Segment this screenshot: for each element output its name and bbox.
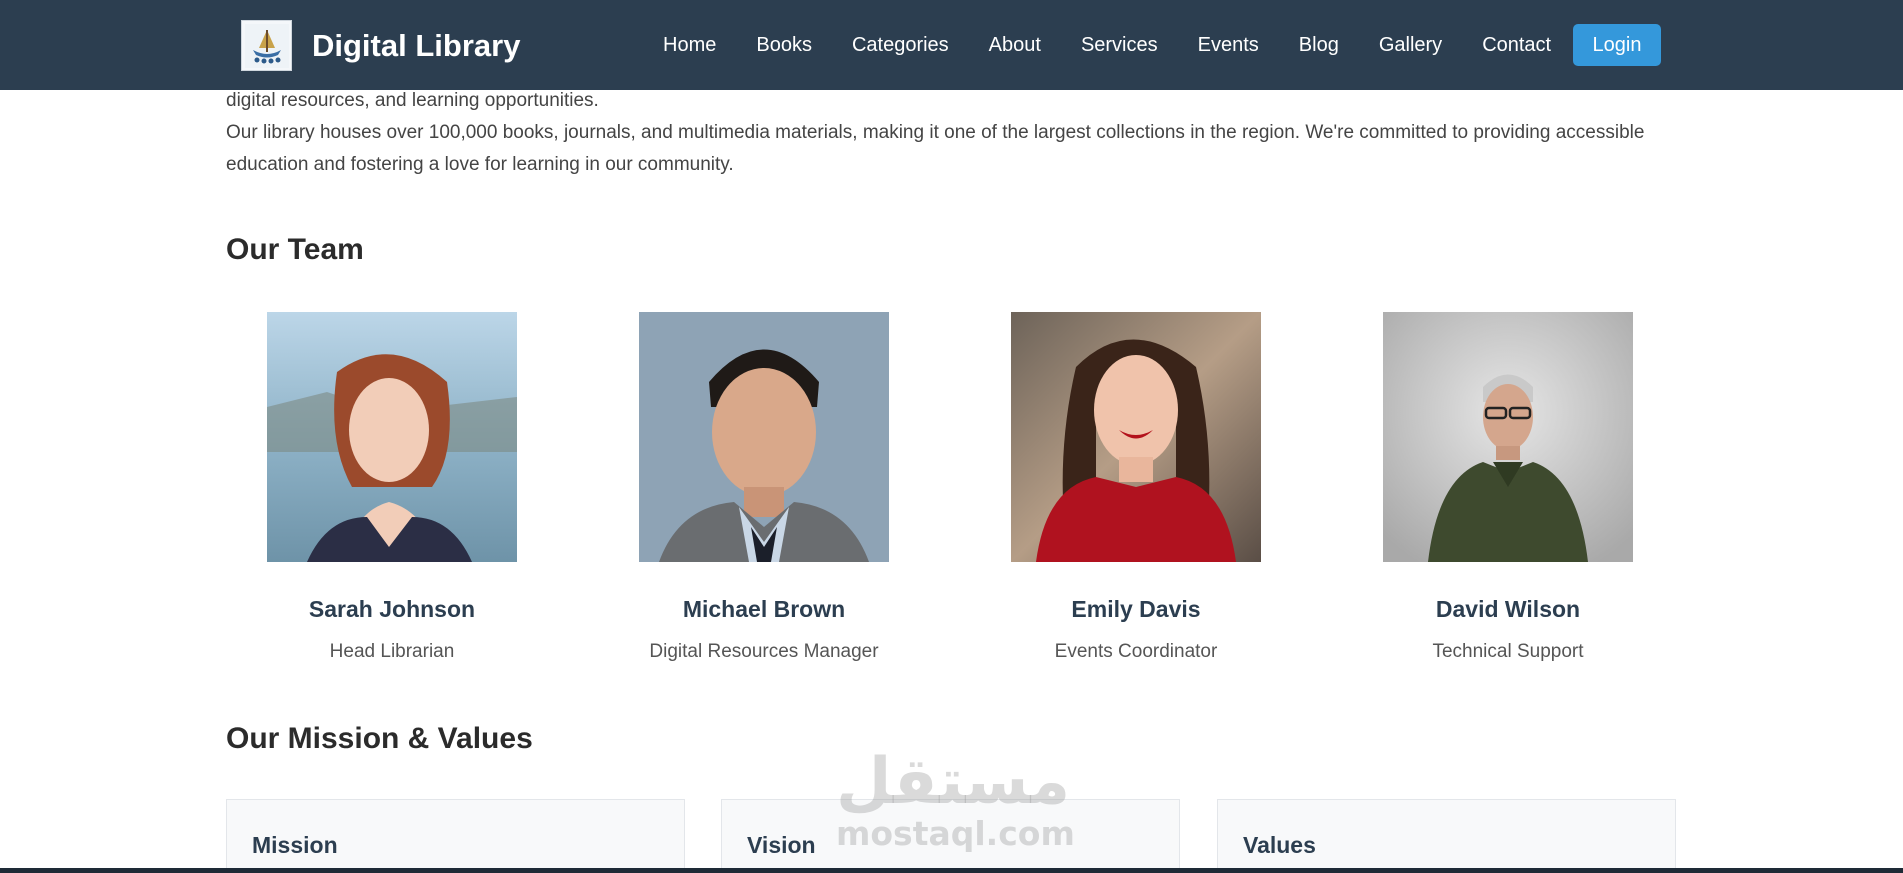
member-role: Events Coordinator xyxy=(1054,641,1218,662)
intro-paragraph: Our library houses over 100,000 books, j… xyxy=(226,122,1645,175)
member-name: Michael Brown xyxy=(682,596,846,622)
card-title: Mission xyxy=(252,832,338,858)
member-photo xyxy=(639,312,889,562)
team-member-card: Emily Davis Events Coordinator xyxy=(996,312,1276,663)
member-photo xyxy=(267,312,517,562)
card-title: Values xyxy=(1243,832,1316,858)
member-name: Emily Davis xyxy=(1071,596,1201,622)
brand[interactable]: Digital Library xyxy=(241,20,520,71)
brand-title: Digital Library xyxy=(312,27,521,63)
member-role: Digital Resources Manager xyxy=(649,641,879,662)
team-member-card: David Wilson Technical Support xyxy=(1368,312,1648,663)
nav-link-services[interactable]: Services xyxy=(1081,34,1158,57)
member-role: Technical Support xyxy=(1432,641,1584,662)
member-photo xyxy=(1383,312,1633,562)
about-intro: digital resources, and learning opportun… xyxy=(226,85,1686,181)
member-name: Sarah Johnson xyxy=(308,596,476,622)
vision-card: Vision xyxy=(721,799,1180,873)
nav-link-contact[interactable]: Contact xyxy=(1482,34,1551,57)
mission-card: Mission xyxy=(226,799,685,873)
member-photo xyxy=(1011,312,1261,562)
team-section-title: Our Team xyxy=(226,233,364,266)
member-role: Head Librarian xyxy=(329,641,455,662)
nav-link-about[interactable]: About xyxy=(989,34,1041,57)
nav-link-blog[interactable]: Blog xyxy=(1299,34,1339,57)
nav-link-books[interactable]: Books xyxy=(756,34,812,57)
nav-link-events[interactable]: Events xyxy=(1198,34,1259,57)
mission-section-title: Our Mission & Values xyxy=(226,722,533,755)
login-button[interactable]: Login xyxy=(1573,24,1661,66)
card-title: Vision xyxy=(747,832,816,858)
member-name: David Wilson xyxy=(1435,596,1581,622)
mission-cards: Mission Vision Values xyxy=(226,799,1676,873)
values-card: Values xyxy=(1217,799,1676,873)
nav-link-home[interactable]: Home xyxy=(663,34,716,57)
nav-link-gallery[interactable]: Gallery xyxy=(1379,34,1442,57)
library-logo-icon xyxy=(241,20,292,71)
window-bottom-edge xyxy=(0,868,1903,873)
team-member-card: Sarah Johnson Head Librarian xyxy=(252,312,532,663)
team-member-card: Michael Brown Digital Resources Manager xyxy=(624,312,904,663)
nav-link-categories[interactable]: Categories xyxy=(852,34,949,57)
navbar: Digital Library Home Books Categories Ab… xyxy=(0,0,1903,90)
main-nav: Home Books Categories About Services Eve… xyxy=(663,0,1591,90)
